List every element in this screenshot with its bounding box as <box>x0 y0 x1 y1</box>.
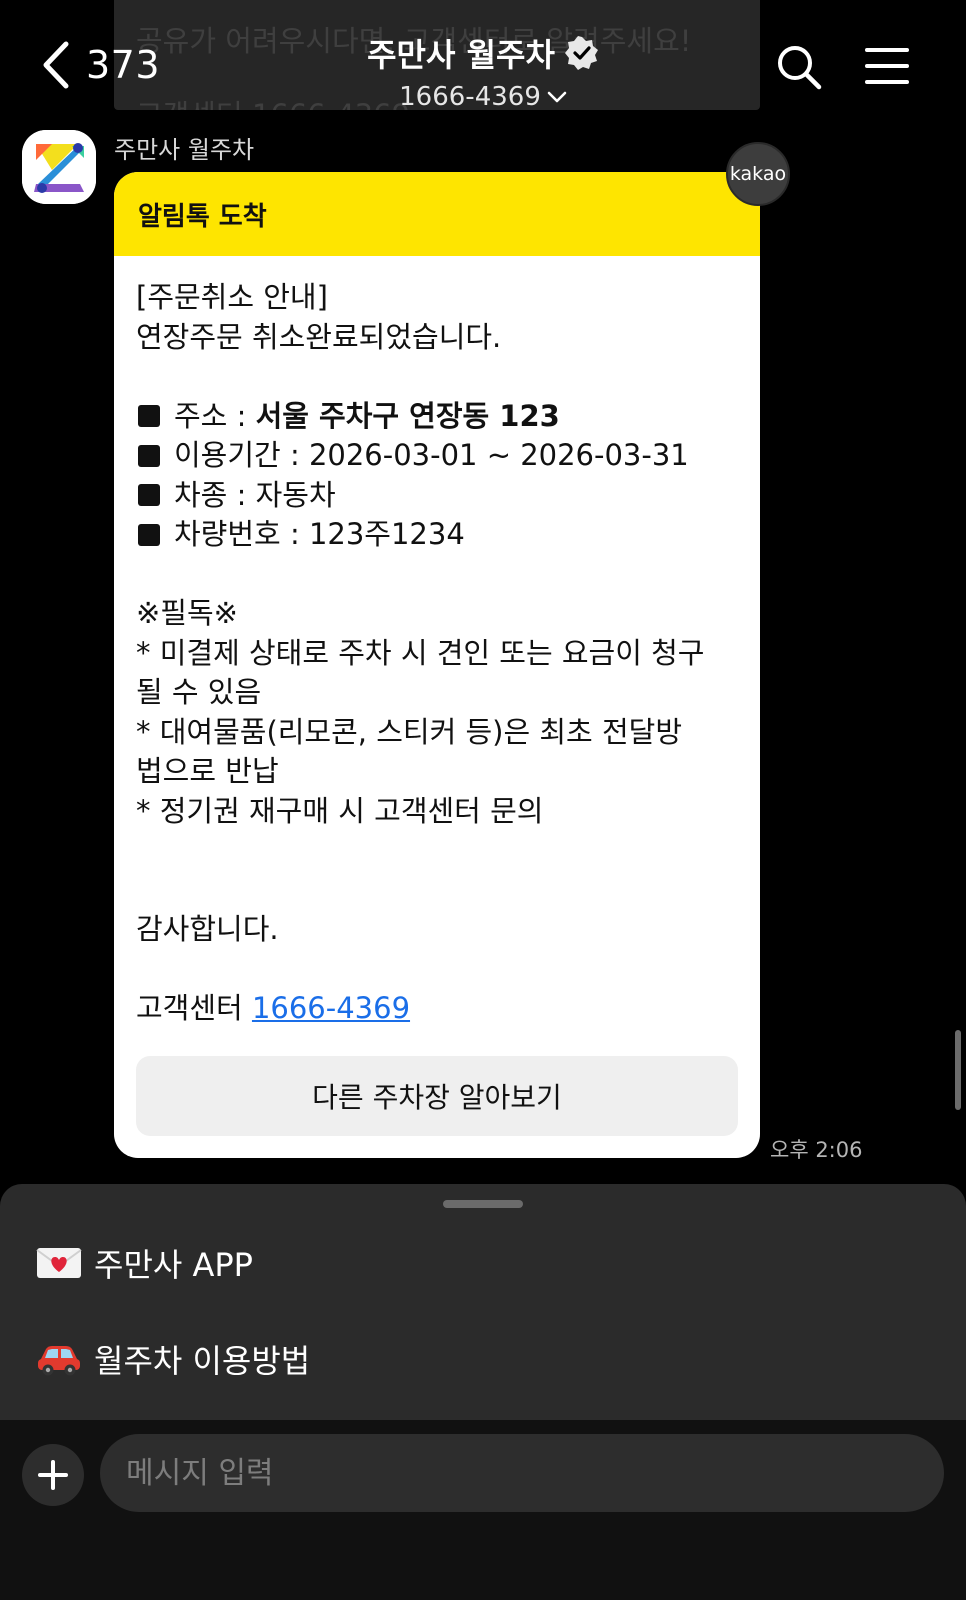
verified-badge-icon <box>564 36 598 70</box>
detail-value: 2026-03-01 ~ 2026-03-31 <box>308 438 689 472</box>
detail-value: 자동차 <box>255 477 336 512</box>
black-square-icon <box>138 405 160 428</box>
find-other-parking-button[interactable]: 다른 주차장 알아보기 <box>136 1056 738 1136</box>
chevron-down-icon <box>547 91 567 103</box>
card-header-title: 알림톡 도착 <box>138 201 267 232</box>
detail-value: 123주1234 <box>308 517 465 551</box>
message-input[interactable] <box>100 1434 944 1512</box>
notice-line: * 미결제 상태로 주차 시 견인 또는 요금이 청구 <box>136 635 705 670</box>
notice-line: * 대여물품(리모콘, 스티커 등)은 최초 전달방 <box>136 714 682 749</box>
attach-button[interactable] <box>22 1444 84 1506</box>
detail-label: 주소 : <box>174 398 256 433</box>
black-square-icon <box>138 523 160 546</box>
quick-menu-label: 주만사 APP <box>94 1246 253 1284</box>
sender-avatar[interactable] <box>22 130 96 204</box>
love-letter-icon <box>36 1246 82 1280</box>
customer-center-line: 고객센터 1666-4369 <box>136 989 738 1029</box>
message-timestamp: 오후 2:06 <box>770 1138 863 1162</box>
black-square-icon <box>138 484 160 507</box>
zoomansa-logo-icon <box>22 130 96 204</box>
sheet-drag-handle[interactable] <box>443 1200 523 1208</box>
detail-row-plate: 차량번호 : 123주1234 <box>136 515 738 555</box>
card-header: 알림톡 도착 <box>114 172 760 256</box>
black-square-icon <box>138 444 160 467</box>
chat-title: 주만사 월주차 <box>367 36 555 74</box>
notice-line: 될 수 있음 <box>136 675 262 709</box>
chat-header: 373 주만사 월주차 1666-4369 <box>0 0 966 120</box>
customer-center-phone-link[interactable]: 1666-4369 <box>252 991 410 1025</box>
detail-row-address: 주소 : 서울 주차구 연장동 123 <box>136 397 738 437</box>
notice-heading: [주문취소 안내] <box>136 280 328 314</box>
detail-label: 차종 : <box>174 477 256 512</box>
quick-menu-item-app[interactable]: 주만사 APP <box>36 1240 253 1286</box>
kakao-badge: kakao <box>726 142 790 206</box>
hamburger-menu-icon[interactable] <box>864 46 910 86</box>
detail-label: 차량번호 : <box>174 517 309 551</box>
quick-menu-label: 월주차 이용방법 <box>94 1342 311 1380</box>
scrollbar[interactable] <box>955 1030 961 1110</box>
detail-row-car-type: 차종 : 자동차 <box>136 476 738 516</box>
alimtalk-message-card: 알림톡 도착 [주문취소 안내] 연장주문 취소완료되었습니다. 주소 : 서울… <box>114 172 760 1158</box>
thanks-text: 감사합니다. <box>136 912 279 946</box>
car-icon <box>36 1341 82 1377</box>
message-input-bar <box>0 1420 966 1600</box>
notice-line: * 정기권 재구매 시 고객센터 문의 <box>136 793 544 828</box>
quick-menu-item-guide[interactable]: 월주차 이용방법 <box>36 1336 310 1382</box>
quick-menu-sheet: 주만사 APP 월주차 이용방법 <box>0 1184 966 1420</box>
card-body: [주문취소 안내] 연장주문 취소완료되었습니다. 주소 : 서울 주차구 연장… <box>114 256 760 1029</box>
notice-subheading: 연장주문 취소완료되었습니다. <box>136 319 502 354</box>
detail-label: 이용기간 : <box>174 438 309 472</box>
must-read-title: ※필독※ <box>136 596 238 630</box>
plus-icon <box>38 1460 68 1490</box>
customer-center-label: 고객센터 <box>136 991 252 1025</box>
sender-name: 주만사 월주차 <box>114 136 255 164</box>
detail-row-period: 이용기간 : 2026-03-01 ~ 2026-03-31 <box>136 436 738 476</box>
search-icon[interactable] <box>776 44 822 90</box>
detail-value: 서울 주차구 연장동 123 <box>255 398 560 433</box>
chat-subtitle-phone: 1666-4369 <box>399 82 541 112</box>
notice-line: 법으로 반납 <box>136 754 279 788</box>
